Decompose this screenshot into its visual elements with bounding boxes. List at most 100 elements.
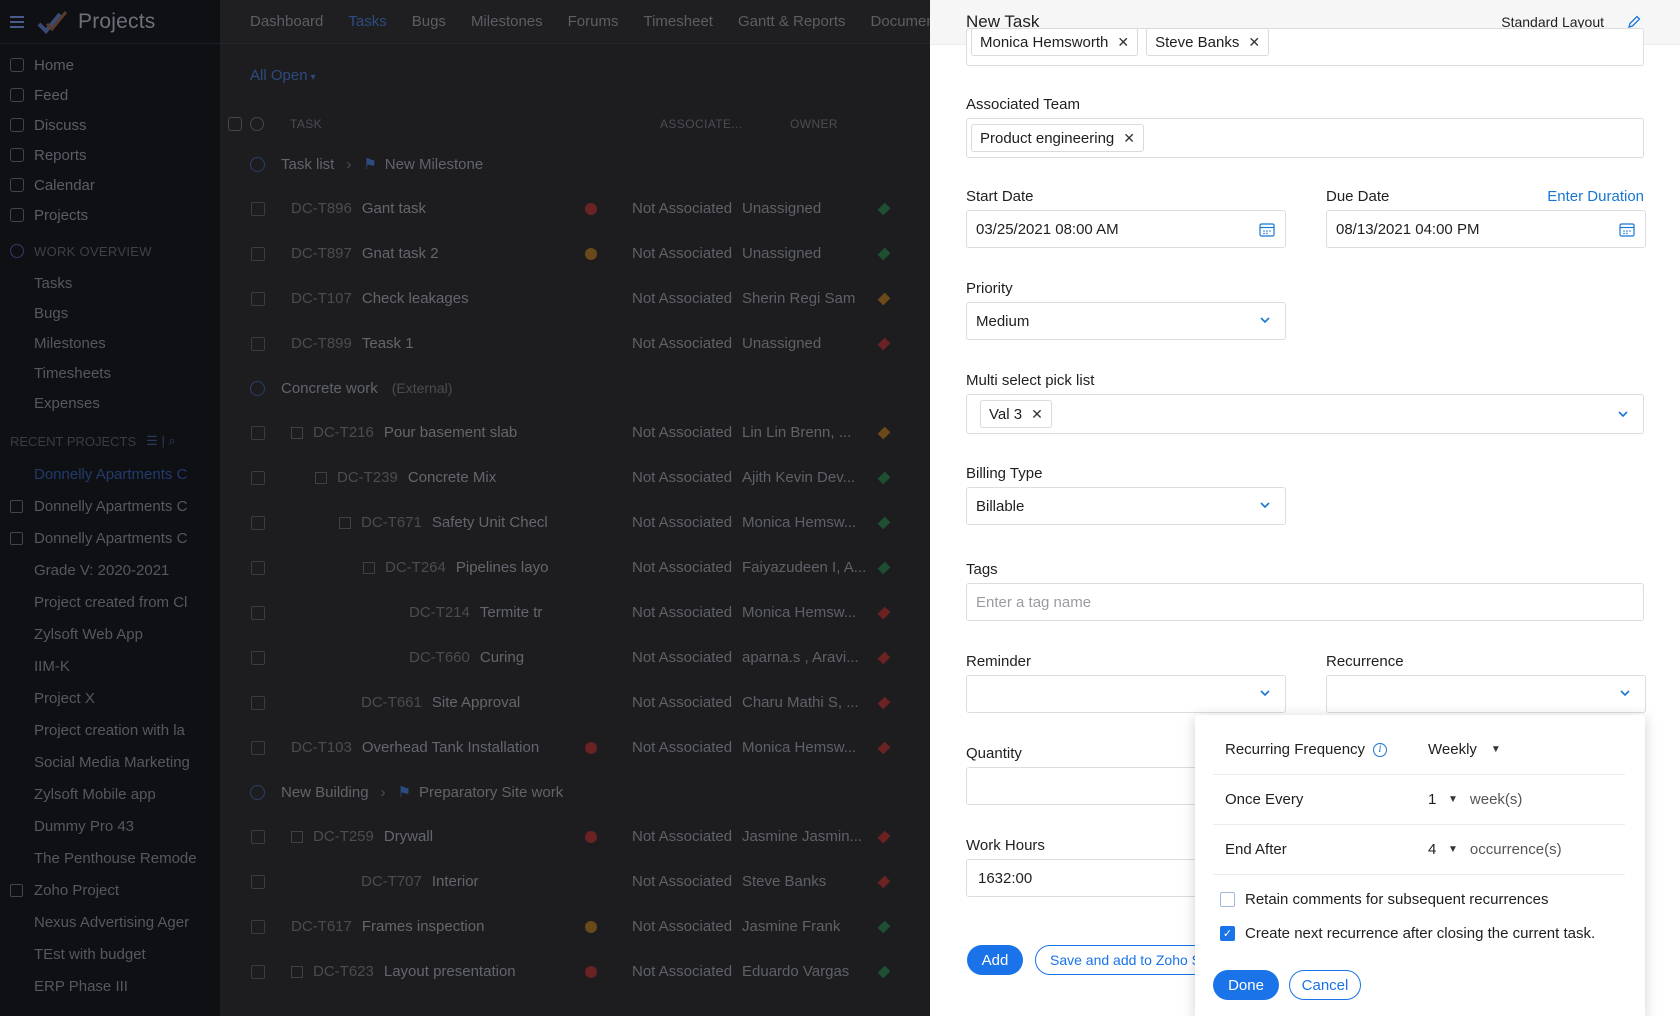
work-overview-item-bugs[interactable]: Bugs [0,298,220,328]
caret-down-icon[interactable]: ▼ [1448,794,1458,805]
owner-cell[interactable]: Unassigned [742,245,872,262]
owner-field[interactable]: Monica Hemsworth ✕ Steve Banks ✕ [966,28,1644,66]
row-checkbox[interactable] [251,291,265,306]
work-overview-item-timesheets[interactable]: Timesheets [0,358,220,388]
task-id[interactable]: DC-T671 [361,514,422,531]
owner-cell[interactable]: Steve Banks [742,873,872,890]
tab-bugs[interactable]: Bugs [412,13,446,30]
owner-cell[interactable]: Jasmine Jasmin... [742,828,872,845]
work-overview-header[interactable]: WORK OVERVIEW [0,234,220,268]
task-id[interactable]: DC-T259 [313,828,374,845]
recent-project-item[interactable]: Zylsoft Web App [0,618,220,650]
tab-gantt-reports[interactable]: Gantt & Reports [738,13,846,30]
recent-project-item[interactable]: IIM-K [0,650,220,682]
nav-item-projects[interactable]: Projects [0,200,220,230]
enter-duration-link[interactable]: Enter Duration [1547,188,1644,205]
recent-project-item[interactable]: Donnelly Apartments C [0,458,220,490]
nav-item-calendar[interactable]: Calendar [0,170,220,200]
recent-projects-tools-icon[interactable]: ☰ | ⌕ [146,433,176,449]
done-button[interactable]: Done [1213,970,1279,1000]
task-name[interactable]: Gant task [362,200,426,217]
recent-project-item[interactable]: Zoho Project [0,874,220,906]
task-name[interactable]: Teask 1 [362,335,414,352]
milestone-name[interactable]: New Milestone [385,156,483,173]
task-id[interactable]: DC-T897 [291,245,352,262]
tab-documents[interactable]: Documents [871,13,930,30]
table-row[interactable]: DC-T623 Layout presentation Not Associated… [220,949,930,994]
recent-project-item[interactable]: Dummy Pro 43 [0,810,220,842]
table-row[interactable]: DC-T897 Gnat task 2 Not Associated Unassign… [220,231,930,276]
create-next-option[interactable]: ✓ Create next recurrence after closing t… [1220,925,1595,942]
recent-project-item[interactable]: TEst with budget [0,938,220,970]
associated-team-field[interactable]: Product engineering ✕ [966,118,1644,158]
task-name[interactable]: Termite tr [480,604,543,621]
recent-project-item[interactable]: Donnelly Apartments C [0,490,220,522]
expand-subtasks-icon[interactable] [339,516,351,529]
row-checkbox[interactable] [251,919,265,934]
task-group-header[interactable]: New Building › ⚑ Preparatory Site work [220,770,930,814]
recent-project-item[interactable]: The Penthouse Remode [0,842,220,874]
calendar-icon[interactable] [1619,222,1635,237]
recent-project-item[interactable]: Social Media Marketing [0,746,220,778]
owner-cell[interactable]: Monica Hemsw... [742,739,872,756]
owner-column-header[interactable]: OWNER [790,117,920,131]
recent-project-item[interactable]: Project creation with la [0,714,220,746]
row-checkbox[interactable] [251,246,265,261]
table-row[interactable]: DC-T239 Concrete Mix Not Associated Ajith K… [220,455,930,500]
tab-milestones[interactable]: Milestones [471,13,543,30]
retain-comments-option[interactable]: Retain comments for subsequent recurrenc… [1220,891,1548,908]
remove-chip-icon[interactable]: ✕ [1248,34,1260,51]
work-overview-item-expenses[interactable]: Expenses [0,388,220,418]
row-checkbox[interactable] [251,695,265,710]
owner-cell[interactable]: Faiyazudeen I, A... [742,559,872,576]
tab-forums[interactable]: Forums [568,13,619,30]
task-name[interactable]: Gnat task 2 [362,245,439,262]
view-filter-dropdown[interactable]: All Open ▾ [250,67,316,84]
task-name[interactable]: Frames inspection [362,918,485,935]
tab-timesheet[interactable]: Timesheet [643,13,712,30]
task-id[interactable]: DC-T707 [361,873,422,890]
row-checkbox[interactable] [251,829,265,844]
task-id[interactable]: DC-T216 [313,424,374,441]
table-row[interactable]: DC-T214 Termite tr Not Associated Monica He… [220,590,930,635]
owner-cell[interactable]: Eduardo Vargas [742,963,872,980]
row-checkbox[interactable] [251,964,265,979]
row-checkbox[interactable] [251,605,265,620]
row-checkbox[interactable] [251,874,265,889]
task-name[interactable]: Check leakages [362,290,469,307]
collapse-group-icon[interactable] [250,380,265,396]
task-name[interactable]: Layout presentation [384,963,516,980]
row-checkbox[interactable] [251,201,265,216]
once-every-dropdown[interactable]: 1 [1428,791,1448,808]
task-id[interactable]: DC-T107 [291,290,352,307]
nav-item-feed[interactable]: Feed [0,80,220,110]
retain-comments-checkbox[interactable] [1220,892,1235,907]
expand-subtasks-icon[interactable] [315,471,327,484]
end-after-dropdown[interactable]: 4 [1428,841,1448,858]
expand-subtasks-icon[interactable] [291,426,303,439]
table-row[interactable]: DC-T661 Site Approval Not Associated Charu … [220,680,930,725]
owner-cell[interactable]: Unassigned [742,200,872,217]
task-id[interactable]: DC-T623 [313,963,374,980]
recent-project-item[interactable]: Nexus Advertising Ager [0,906,220,938]
task-id[interactable]: DC-T617 [291,918,352,935]
recent-project-item[interactable]: Zylsoft Mobile app [0,778,220,810]
expand-subtasks-icon[interactable] [363,561,375,574]
tags-input[interactable]: Enter a tag name [966,583,1644,621]
table-row[interactable]: DC-T264 Pipelines layo Not Associated Faiya… [220,545,930,590]
row-checkbox[interactable] [251,650,265,665]
info-icon[interactable]: i [1373,742,1388,757]
tab-tasks[interactable]: Tasks [348,13,386,30]
nav-item-home[interactable]: Home [0,50,220,80]
multi-select-field[interactable]: Val 3 ✕ [966,394,1644,434]
task-id[interactable]: DC-T239 [337,469,398,486]
table-row[interactable]: DC-T671 Safety Unit Checl Not Associated Mo… [220,500,930,545]
collapse-group-icon[interactable] [250,156,265,172]
owner-cell[interactable]: Monica Hemsw... [742,604,872,621]
owner-cell[interactable]: Charu Mathi S, ... [742,694,872,711]
row-checkbox[interactable] [251,425,265,440]
cancel-button[interactable]: Cancel [1289,970,1361,1000]
due-date-input[interactable]: 08/13/2021 04:00 PM [1326,210,1646,248]
table-row[interactable]: DC-T259 Drywall Not Associated Jasmine Jasm… [220,814,930,859]
row-checkbox[interactable] [251,560,265,575]
